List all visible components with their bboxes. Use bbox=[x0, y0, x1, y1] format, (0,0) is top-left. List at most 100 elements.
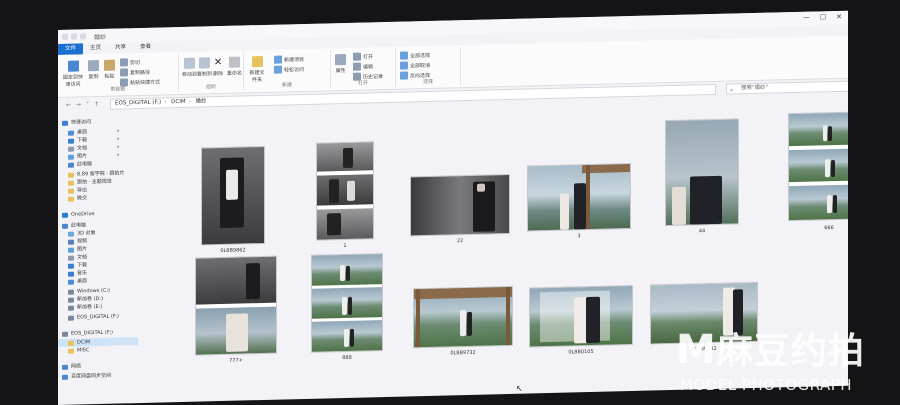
open-group: 属性 打开 编辑 历史记录 打开 bbox=[331, 48, 396, 89]
sidebar-item[interactable]: EOS_DIGITAL (F:) bbox=[68, 313, 119, 322]
forward-arrow-icon[interactable]: → bbox=[76, 101, 81, 108]
pergola-post bbox=[506, 286, 510, 346]
back-arrow-icon[interactable]: ← bbox=[66, 101, 71, 108]
copy-to-button[interactable]: 复制到 bbox=[197, 57, 212, 78]
person-figure bbox=[467, 311, 472, 337]
sidebar-item[interactable]: 微交 bbox=[68, 194, 87, 202]
tab-home[interactable]: 主页 bbox=[83, 43, 108, 55]
open-button[interactable]: 打开 bbox=[353, 52, 373, 61]
photo-panel bbox=[317, 208, 373, 240]
pergola-post bbox=[416, 289, 420, 348]
sidebar-item[interactable]: EOS_DIGITAL (F:) bbox=[62, 329, 113, 338]
file-thumbnail[interactable] bbox=[202, 146, 264, 245]
sidebar-item[interactable]: 新加卷 (E:) bbox=[68, 303, 102, 312]
file-thumbnail[interactable] bbox=[789, 112, 848, 221]
folder-icon bbox=[62, 364, 68, 370]
sidebar-item-label: 音乐 bbox=[77, 270, 88, 277]
person-figure bbox=[246, 263, 260, 300]
copy-path-button[interactable]: 复制路径 bbox=[120, 68, 150, 77]
sidebar-item[interactable]: 网络 bbox=[62, 362, 81, 370]
sidebar-item-label: EOS_DIGITAL (F:) bbox=[71, 329, 113, 337]
tab-file[interactable]: 文件 bbox=[58, 43, 84, 55]
properties-button[interactable]: 属性 bbox=[335, 53, 346, 74]
folder-icon bbox=[62, 331, 68, 337]
cut-button[interactable]: 剪切 bbox=[120, 58, 140, 67]
sidebar-item[interactable]: MISC bbox=[68, 346, 89, 355]
copy-button[interactable]: 复制 bbox=[88, 59, 99, 80]
file-name: 44 bbox=[698, 228, 706, 235]
sidebar-item[interactable]: 此电脑 bbox=[68, 160, 92, 169]
file-thumbnail[interactable] bbox=[196, 256, 276, 355]
select-all-button[interactable]: 全部选择 bbox=[400, 51, 430, 60]
photo-panel bbox=[196, 256, 276, 305]
folder-icon bbox=[68, 305, 74, 311]
sidebar-item[interactable]: 百度网盘同步空间 bbox=[62, 372, 111, 381]
file-thumbnail[interactable] bbox=[414, 286, 512, 348]
breadcrumb-dcim[interactable]: DCIM bbox=[171, 99, 185, 105]
watermark-logo: M麻豆约拍 MODEL PHOTOGRAPH bbox=[676, 322, 896, 402]
file-thumbnail[interactable] bbox=[530, 285, 632, 347]
watermark-main-text: M麻豆约拍 bbox=[676, 327, 865, 373]
maximize-button[interactable]: ☐ bbox=[820, 13, 826, 21]
file-thumbnail[interactable] bbox=[411, 174, 509, 236]
file-thumbnail[interactable] bbox=[312, 254, 382, 352]
up-arrow-icon[interactable]: ↑ bbox=[94, 100, 99, 107]
pin-quick-access-button[interactable]: 固定到快速访问 bbox=[62, 60, 84, 88]
sidebar-item[interactable]: OneDrive bbox=[62, 210, 95, 219]
select-none-button[interactable]: 全部取消 bbox=[400, 61, 430, 70]
sidebar-item[interactable]: 桌面 bbox=[68, 277, 87, 285]
folder-icon bbox=[68, 162, 74, 168]
breadcrumb-drive[interactable]: EOS_DIGITAL (F:) bbox=[115, 99, 161, 106]
select-all-icon bbox=[400, 51, 408, 60]
close-button[interactable]: ✕ bbox=[836, 13, 842, 21]
open-icon bbox=[353, 52, 361, 61]
pin-icon: ✦ bbox=[116, 128, 121, 135]
sidebar-item[interactable]: DCIM bbox=[58, 337, 138, 347]
sidebar-item[interactable]: 快速访问 bbox=[62, 118, 91, 127]
file-name: 1 bbox=[343, 242, 347, 250]
folder-icon bbox=[68, 263, 74, 269]
paste-button[interactable]: 粘贴 bbox=[104, 59, 115, 80]
properties-icon bbox=[335, 53, 346, 66]
quick-access-toolbar[interactable] bbox=[62, 33, 86, 40]
file-thumbnail[interactable] bbox=[528, 164, 630, 231]
new-group-label: 新建 bbox=[281, 82, 292, 89]
sidebar-item-label: 桌面 bbox=[77, 278, 88, 285]
tab-share[interactable]: 共享 bbox=[108, 42, 133, 54]
file-thumbnail[interactable] bbox=[666, 119, 738, 226]
folder-icon bbox=[62, 374, 68, 380]
tab-view[interactable]: 查看 bbox=[133, 42, 158, 54]
edit-button[interactable]: 编辑 bbox=[353, 62, 373, 71]
select-none-icon bbox=[400, 61, 408, 70]
rename-button[interactable]: 重命名 bbox=[227, 56, 242, 77]
sidebar-item-label: 文档 bbox=[77, 145, 88, 152]
sidebar-item-label: 跟拍 · 主题视觉 bbox=[77, 178, 112, 186]
paste-icon bbox=[104, 59, 115, 71]
folder-icon bbox=[68, 247, 74, 253]
search-placeholder: 搜索"婚纱" bbox=[741, 84, 769, 92]
easy-access-button[interactable]: 轻松访问 bbox=[274, 65, 304, 74]
new-item-button[interactable]: 新建项目 bbox=[274, 55, 304, 64]
pin-icon: ✦ bbox=[116, 152, 121, 159]
sidebar-item-label: EOS_DIGITAL (F:) bbox=[77, 313, 119, 321]
sidebar-item-label: 微交 bbox=[77, 195, 88, 202]
file-thumbnail[interactable] bbox=[317, 142, 373, 240]
folder-icon bbox=[68, 154, 74, 160]
clipboard-group-label: 剪贴板 bbox=[110, 86, 126, 93]
delete-button[interactable]: ✕ 删除 bbox=[213, 57, 223, 77]
minimize-button[interactable]: — bbox=[803, 14, 810, 22]
sidebar-item-label: 视频 bbox=[77, 238, 88, 245]
sidebar-item[interactable]: 跟拍 · 主题视觉 bbox=[68, 178, 112, 187]
file-name: 0L8B0105 bbox=[568, 348, 594, 356]
path-icon bbox=[120, 68, 128, 77]
search-input[interactable]: ⌕ 搜索"婚纱" bbox=[726, 80, 848, 95]
photo-panel bbox=[317, 174, 373, 206]
chevron-down-icon[interactable]: ˅ bbox=[86, 101, 89, 108]
sidebar-item-label: 新加卷 (E:) bbox=[77, 303, 103, 311]
sidebar-item-label: 3D 对象 bbox=[77, 230, 96, 237]
move-to-button[interactable]: 移动到 bbox=[182, 57, 197, 78]
breadcrumb-current[interactable]: 婚纱 bbox=[196, 98, 207, 104]
clipboard-group: 固定到快速访问 复制 粘贴 剪切 复制路径 粘贴快捷方式 剪贴板 bbox=[58, 54, 179, 95]
easy-access-icon bbox=[274, 65, 282, 74]
new-folder-button[interactable]: 新建文件夹 bbox=[248, 56, 266, 83]
